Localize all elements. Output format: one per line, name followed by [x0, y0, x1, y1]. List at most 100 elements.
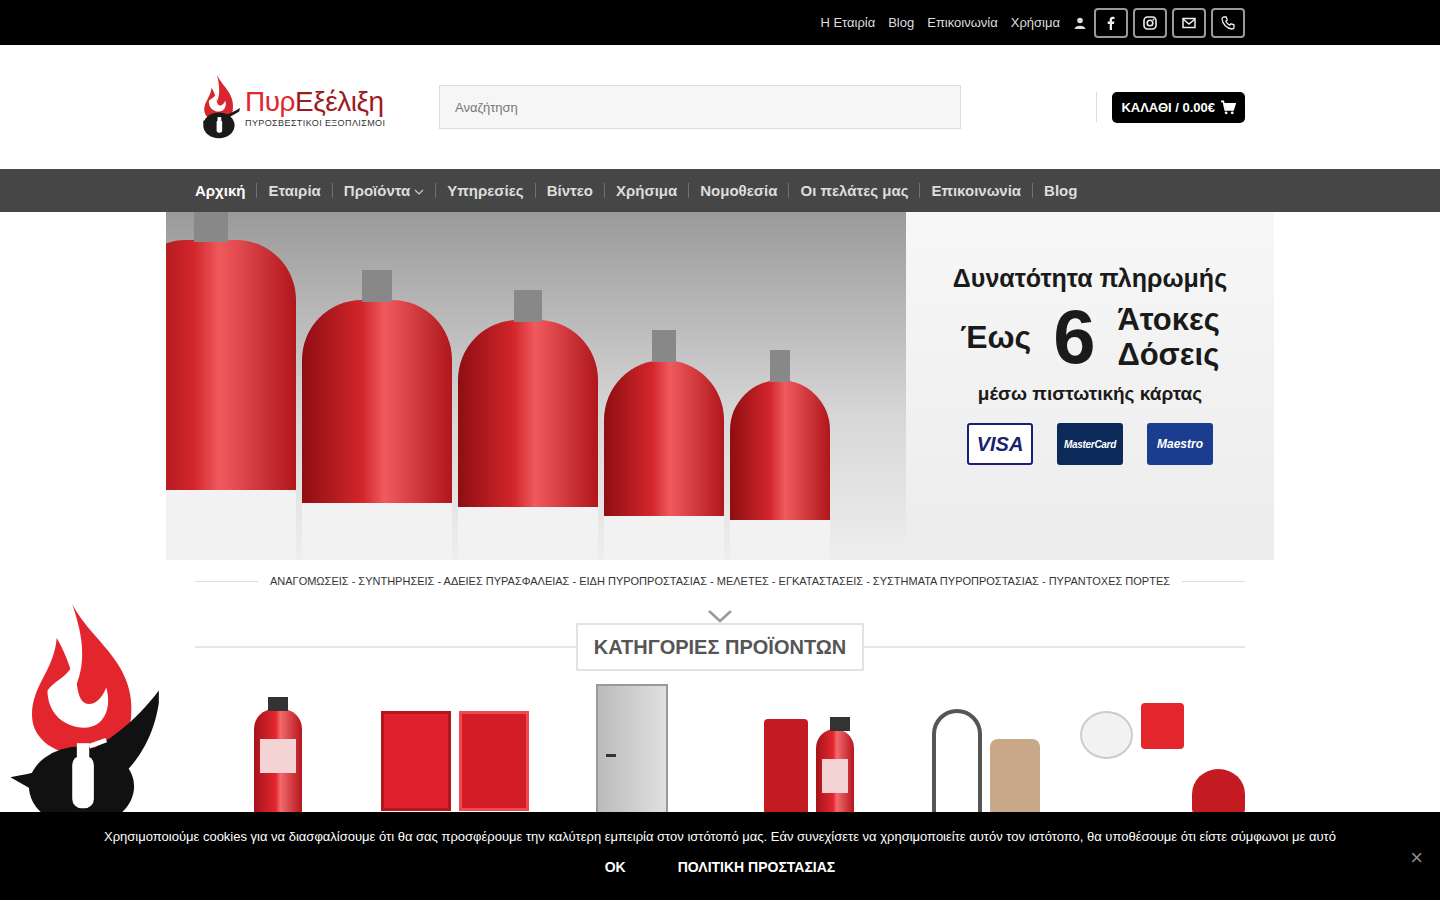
mail-button[interactable]: [1172, 8, 1206, 38]
floating-logo[interactable]: [4, 604, 159, 840]
category-image: [903, 679, 1068, 819]
nav-item[interactable]: Υπηρεσίες: [435, 183, 534, 198]
nav-item[interactable]: Εταιρία: [256, 183, 331, 198]
cylinder-band: [604, 516, 724, 560]
category-image: [1080, 679, 1245, 819]
close-button[interactable]: ×: [1410, 845, 1423, 871]
extinguisher-shape: [816, 729, 854, 819]
user-icon[interactable]: [1074, 17, 1086, 29]
promo-subtitle: μέσω πιστωτικής κάρτας: [978, 383, 1202, 405]
nav-item[interactable]: Χρήσιμα: [604, 183, 688, 198]
cylinder-neck: [514, 290, 542, 322]
tagline-text: ΑΝΑΓΟΜΩΣΕΙΣ - ΣΥΝΤΗΡΗΣΕΙΣ - ΑΔΕΙΕΣ ΠΥΡΑΣ…: [270, 573, 1170, 589]
nav-item[interactable]: Blog: [1032, 183, 1088, 198]
category-image: [726, 679, 891, 819]
header-divider: [1096, 92, 1097, 122]
payment-card: MasterCard: [1057, 423, 1123, 465]
logo[interactable]: ΠυρΕξέλιξηΠΥΡΟΣΒΕΣΤΙΚΟΙ ΕΞΟΠΛΙΣΜΟΙ: [195, 72, 395, 142]
logo-subtitle: ΠΥΡΟΣΒΕΣΤΙΚΟΙ ΕΞΟΠΛΙΣΜΟΙ: [245, 118, 385, 128]
detector-shape: [1080, 711, 1133, 759]
extinguisher-shape: [254, 709, 302, 819]
logo-text: ΠυρΕξέλιξηΠΥΡΟΣΒΕΣΤΙΚΟΙ ΕΞΟΠΛΙΣΜΟΙ: [245, 86, 385, 128]
cylinder: [302, 300, 452, 560]
phone-button[interactable]: [1211, 8, 1245, 38]
cylinder: [730, 380, 830, 560]
tagline-line: [1182, 581, 1245, 582]
hero-banner: Δυνατότητα πληρωμήςΈως6ΆτοκεςΔόσειςμέσω …: [166, 212, 1274, 560]
main-nav: ΑρχικήΕταιρίαΠροϊόνταΥπηρεσίεςΒίντεοΧρήσ…: [0, 169, 1440, 212]
heading-line: [195, 646, 576, 648]
promo-number: 6: [1053, 297, 1095, 377]
mail-icon: [1181, 15, 1197, 31]
category-image: [549, 679, 714, 819]
cabinet-shape: [459, 711, 529, 811]
phone-icon: [1220, 15, 1236, 31]
payment-cards: VISAMasterCardMaestro: [967, 423, 1213, 465]
cylinder-band: [302, 503, 452, 560]
logo-name: ΠυρΕξέλιξη: [245, 86, 385, 118]
heading-line: [864, 646, 1245, 648]
flame-logo-icon: [195, 72, 241, 142]
promo-panel: Δυνατότητα πληρωμήςΈως6ΆτοκεςΔόσειςμέσω …: [906, 212, 1274, 560]
cookie-text: Χρησιμοποιούμε cookies για να διασφαλίσο…: [44, 828, 1396, 845]
instagram-button[interactable]: [1133, 8, 1167, 38]
door-shape: [596, 684, 668, 819]
promo-words: ΆτοκεςΔόσεις: [1117, 302, 1219, 372]
category-card[interactable]: [372, 679, 537, 819]
nav-item[interactable]: Βίντεο: [535, 183, 604, 198]
hose-shape: [932, 709, 982, 819]
cylinder-band: [458, 507, 598, 560]
cart-icon: [1220, 100, 1236, 115]
promo-offer: Έως 6 ΆτοκεςΔόσεις: [960, 297, 1220, 377]
blanket-shape: [764, 719, 808, 819]
nav-item[interactable]: Προϊόντα: [332, 183, 435, 198]
cart-button[interactable]: ΚΑΛΑΘΙ / 0.00€: [1112, 92, 1245, 123]
category-card[interactable]: [549, 679, 714, 819]
cookie-banner: Χρησιμοποιούμε cookies για να διασφαλίσο…: [0, 812, 1440, 900]
cylinder: [604, 360, 724, 560]
payment-card: Maestro: [1147, 423, 1213, 465]
category-image: [372, 679, 537, 819]
page: Η ΕταιρίαBlogΕπικοινωνίαΧρήσιμαΠυρΕξέλιξ…: [0, 0, 1440, 900]
top-link[interactable]: Επικοινωνία: [927, 15, 998, 30]
facebook-icon: [1103, 15, 1119, 31]
cylinder-band: [166, 490, 296, 560]
promo-prefix: Έως: [960, 319, 1031, 356]
instagram-icon: [1142, 15, 1158, 31]
tagline-line: [195, 581, 258, 582]
hose-roll-shape: [990, 739, 1040, 819]
section-heading: ΚΑΤΗΓΟΡΙΕΣ ΠΡΟΪΟΝΤΩΝ: [195, 623, 1245, 671]
cylinder-band: [730, 520, 830, 560]
category-card[interactable]: [1080, 679, 1245, 819]
search-input[interactable]: [439, 85, 961, 129]
cylinder: [458, 320, 598, 560]
social-links: [1094, 8, 1245, 38]
tagline: ΑΝΑΓΟΜΩΣΕΙΣ - ΣΥΝΤΗΡΗΣΕΙΣ - ΑΔΕΙΕΣ ΠΥΡΑΣ…: [195, 573, 1245, 589]
cookie-buttons: OK ΠΟΛΙΤΙΚΗ ΠΡΟΣΤΑΣΙΑΣ: [605, 859, 836, 875]
cylinder-neck: [652, 330, 676, 362]
section-title: ΚΑΤΗΓΟΡΙΕΣ ΠΡΟΪΟΝΤΩΝ: [576, 623, 865, 671]
top-link[interactable]: Blog: [888, 15, 914, 30]
nav-item[interactable]: Οι πελάτες μας: [788, 183, 919, 198]
scroll-indicator: [0, 609, 1440, 623]
category-card[interactable]: [903, 679, 1068, 819]
callpoint-shape: [1141, 703, 1184, 749]
flame-logo-icon: [4, 604, 159, 836]
nav-item[interactable]: Νομοθεσία: [688, 183, 788, 198]
cylinder-neck: [362, 270, 392, 302]
category-grid: [195, 679, 1245, 819]
top-link[interactable]: Η Εταιρία: [820, 15, 875, 30]
chevron-down-icon[interactable]: [707, 609, 733, 623]
header: ΠυρΕξέλιξηΠΥΡΟΣΒΕΣΤΙΚΟΙ ΕΞΟΠΛΙΣΜΟΙ ΚΑΛΑΘΙ…: [0, 45, 1440, 169]
top-link[interactable]: Χρήσιμα: [1011, 15, 1060, 30]
cookie-button[interactable]: ΠΟΛΙΤΙΚΗ ΠΡΟΣΤΑΣΙΑΣ: [678, 859, 836, 875]
banner-photo: [166, 212, 906, 560]
cylinder-neck: [770, 350, 790, 382]
facebook-button[interactable]: [1094, 8, 1128, 38]
category-card[interactable]: [726, 679, 891, 819]
cookie-button[interactable]: OK: [605, 859, 626, 875]
category-image: [195, 679, 360, 819]
nav-item[interactable]: Αρχική: [195, 183, 256, 198]
nav-item[interactable]: Επικοινωνία: [919, 183, 1032, 198]
category-card[interactable]: [195, 679, 360, 819]
